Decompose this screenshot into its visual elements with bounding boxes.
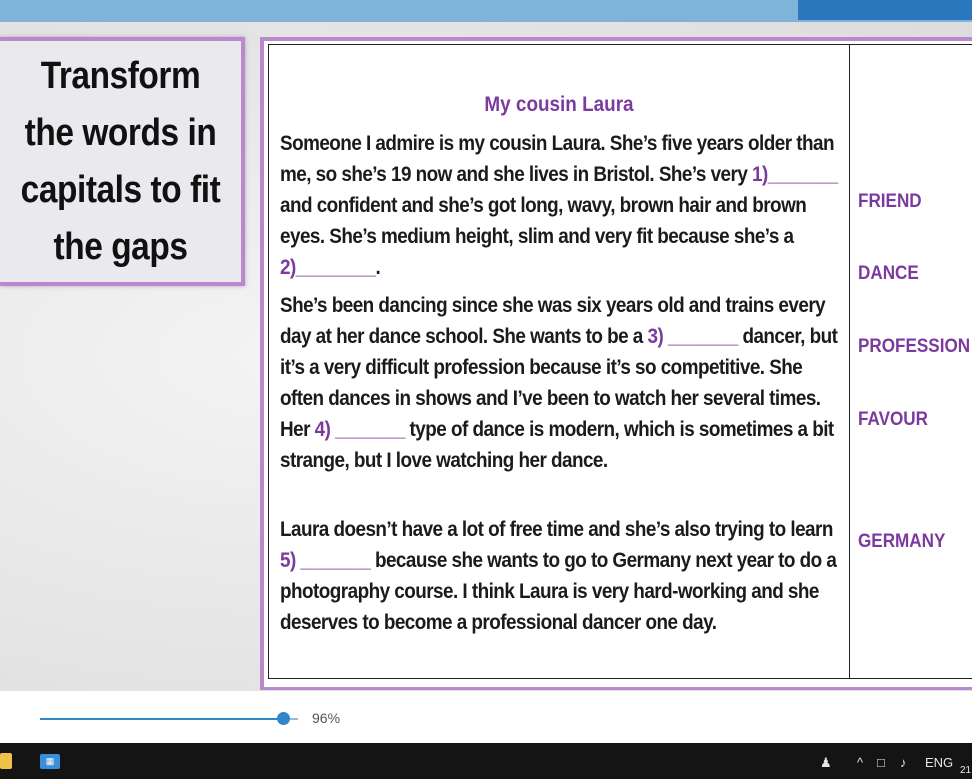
taskbar: ▦ ♟ ^ □ ♪ ENG 21 [0,743,972,779]
app-icon[interactable]: ▦ [40,754,60,769]
zoom-slider-track[interactable] [40,718,284,720]
paragraph-3-text-a: Laura doesn’t have a lot of free time an… [280,518,833,541]
paragraph-3: Laura doesn’t have a lot of free time an… [280,514,845,638]
word-dance: DANCE [858,263,919,284]
window-top-band-accent [798,0,972,20]
exercise-table: My cousin Laura Someone I admire is my c… [268,44,972,679]
gap-4: 4) _______ [314,418,406,441]
exercise-title: My cousin Laura [484,93,634,116]
word-favour: FAVOUR [858,409,928,430]
zoom-slider-remainder[interactable] [290,718,298,720]
paragraph-1-text-c: . [375,256,381,279]
volume-icon[interactable]: ♪ [900,755,907,770]
gap-3: 3) _______ [647,325,738,348]
paragraph-2: She’s been dancing since she was six yea… [280,290,845,476]
gap-2: 2)________ [280,256,376,279]
gap-1: 1)_______ [752,163,838,186]
exercise-frame: My cousin Laura Someone I admire is my c… [260,37,972,691]
paragraph-1: Someone I admire is my cousin Laura. She… [280,128,845,283]
instruction-text: Transform the words in capitals to fit t… [20,54,221,268]
word-germany: GERMANY [858,531,946,552]
zoom-level: 96% [312,710,341,726]
people-icon[interactable]: ♟ [820,755,832,771]
network-icon[interactable]: □ [877,755,885,770]
gap-5: 5) _______ [280,549,371,572]
paragraph-1-text-b: and confident and she’s got long, wavy, … [280,194,807,248]
word-profession: PROFESSION [858,336,971,357]
file-explorer-icon[interactable] [0,753,12,769]
chevron-up-icon[interactable]: ^ [857,755,863,770]
instruction-box: Transform the words in capitals to fit t… [0,37,245,286]
clock[interactable]: 21 [960,765,971,776]
language-indicator[interactable]: ENG [925,755,953,770]
zoom-slider-thumb[interactable] [277,712,290,725]
word-friend: FRIEND [858,191,922,212]
viewer-status-bar: 96% [0,690,972,744]
column-divider [849,45,850,678]
